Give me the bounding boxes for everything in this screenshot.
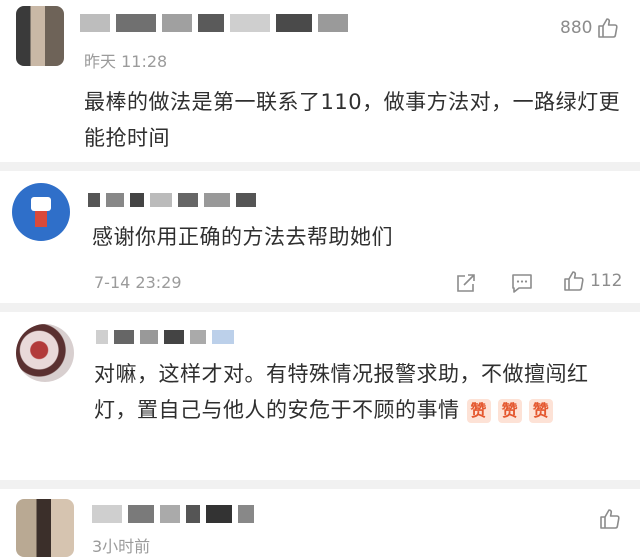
comment-text: 感谢你用正确的方法去帮助她们	[92, 225, 393, 249]
thumb-up-icon	[598, 18, 619, 38]
thumb-up-icon	[564, 271, 584, 291]
comment-2: 感谢你用正确的方法去帮助她们 7-14 23:29 112	[0, 171, 640, 303]
comment-time: 7-14 23:29	[94, 273, 182, 292]
divider	[0, 162, 640, 171]
share-icon[interactable]	[454, 271, 478, 295]
like-count: 112	[590, 271, 623, 291]
zan-emoji: 赞	[466, 399, 491, 423]
username-pixelated[interactable]	[92, 505, 254, 523]
divider	[0, 480, 640, 489]
username-pixelated[interactable]	[80, 14, 348, 32]
avatar[interactable]	[12, 183, 70, 241]
thumb-up-icon[interactable]	[598, 507, 622, 531]
comment-4: 3小时前	[0, 489, 640, 558]
comment-1: 昨天 11:28 880 最棒的做法是第一联系了110，做事方法对，一路绿灯更能…	[0, 0, 640, 162]
comment-3: 对嘛，这样才对。有特殊情况报警求助，不做擅闯红灯，置自己与他人的安危于不顾的事情…	[0, 312, 640, 480]
avatar[interactable]	[16, 499, 74, 557]
like-button[interactable]: 112	[562, 269, 622, 293]
comment-icon[interactable]	[510, 271, 534, 295]
username-pixelated[interactable]	[88, 193, 256, 207]
avatar[interactable]	[16, 6, 64, 66]
divider	[0, 303, 640, 312]
comment-text: 最棒的做法是第一联系了110，做事方法对，一路绿灯更能抢时间	[84, 90, 621, 150]
comment-text: 对嘛，这样才对。有特殊情况报警求助，不做擅闯红灯，置自己与他人的安危于不顾的事情…	[94, 356, 624, 428]
like-button[interactable]: 880	[560, 16, 620, 40]
zan-emoji: 赞	[497, 399, 522, 423]
avatar[interactable]	[16, 324, 74, 382]
comment-time: 3小时前	[92, 537, 151, 556]
zan-emoji: 赞	[529, 399, 554, 423]
comment-time: 昨天 11:28	[84, 52, 168, 71]
username-pixelated[interactable]	[96, 330, 234, 344]
like-count: 880	[560, 18, 593, 38]
